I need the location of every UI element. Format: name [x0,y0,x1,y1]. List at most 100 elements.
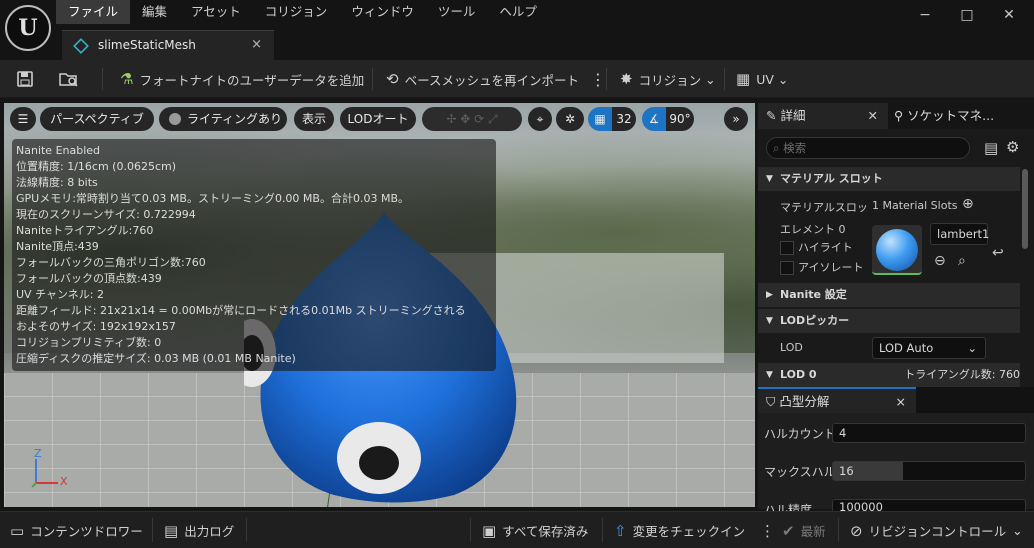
socket-icon: ⚲ [894,108,904,123]
collision-icon: ✸ [620,70,633,88]
rotation-snap-icon[interactable]: ∡ [642,107,666,131]
lighting-button[interactable]: ライティングあり [159,107,287,131]
tab-details-label: 詳細 [780,108,806,123]
select-mode-icon[interactable]: ⌖ [528,107,552,131]
material-sphere-icon [876,229,918,271]
z-axis-label: Z [34,447,42,460]
reimport-base-mesh-button[interactable]: ⟲ ベースメッシュを再インポート [386,60,579,98]
lod-dropdown[interactable]: LOD Auto ⌄ [872,337,986,359]
isolate-checkbox[interactable] [780,261,794,275]
tab-sockets-label: ソケットマネ... [907,108,995,123]
menu-collision[interactable]: コリジョン [253,0,340,24]
title-bar: U ファイル 編集 アセット コリジョン ウィンドウ ツール ヘルプ − □ ✕… [0,0,1034,60]
close-tab-icon[interactable]: × [251,37,262,52]
highlight-checkbox[interactable] [780,241,794,255]
element-label: エレメント 0 [780,223,846,236]
collision-label: コリジョン [638,72,702,88]
output-log-button[interactable]: ▤ 出力ログ [164,512,234,548]
viewport[interactable]: ☰ パースペクティブ ライティングあり 表示 LODオート ✢ ✥ ⟳ ⤢ ⌖ … [4,103,755,507]
stat-line: フォールバックの三角ポリゴン数:760 [16,256,206,269]
close-window-button[interactable]: ✕ [1000,6,1018,24]
lod0-section[interactable]: ▼ LOD 0 トライアングル数: 760 [758,363,1020,387]
menu-file[interactable]: ファイル [56,0,131,24]
use-selected-asset-icon[interactable]: ⊖ [934,253,946,269]
asset-tab-label: slimeStaticMesh [98,38,196,52]
menu-tools[interactable]: ツール [426,0,488,24]
content-drawer-button[interactable]: ▭ コンテンツドロワー [10,512,143,548]
settings-gear-icon[interactable]: ⚙ [1006,138,1019,156]
menu-edit[interactable]: 編集 [130,0,179,24]
material-thumbnail[interactable] [872,225,922,275]
hull-count-input[interactable]: 4 [832,423,1026,443]
close-tab-icon[interactable]: ✕ [868,103,878,129]
revision-control-label: リビジョンコントロール [868,524,1007,539]
chevron-down-icon: ▼ [766,370,773,380]
stat-line: 法線精度: 8 bits [16,176,98,189]
surface-snap-icon[interactable]: ✲ [556,107,584,131]
perspective-button[interactable]: パースペクティブ [40,107,154,131]
chevron-down-icon: ▼ [766,316,773,326]
tab-sockets[interactable]: ⚲ ソケットマネ... [894,103,1034,129]
maximize-button[interactable]: □ [958,6,976,24]
tab-details[interactable]: ✎ 詳細 ✕ [758,103,888,129]
search-input[interactable]: ⌕ 検索 [766,137,970,159]
lod-picker-section[interactable]: ▼ LODピッカー [758,309,1020,333]
max-hull-slider[interactable]: 16 [832,461,1026,481]
unreal-logo[interactable]: U [5,5,51,51]
material-name-field[interactable]: lambert1 [930,223,989,245]
sync-latest-button[interactable]: ✔ 最新 [782,512,826,548]
nanite-settings-section[interactable]: ▶ Nanite 設定 [758,283,1020,307]
browse-material-icon[interactable]: ⌕ [958,253,966,269]
lod-row: LOD LOD Auto ⌄ [758,337,1020,361]
status-more-button[interactable]: ⋮ [760,512,775,548]
viewport-menu-button[interactable]: ☰ [10,107,36,131]
grid-snap-value[interactable]: 32 [612,107,636,131]
save-icon [17,71,33,87]
menu-bar: ファイル 編集 アセット コリジョン ウィンドウ ツール ヘルプ [56,0,549,24]
asset-tab[interactable]: slimeStaticMesh × [62,30,274,60]
lod-button[interactable]: LODオート [340,107,416,131]
minimize-button[interactable]: − [916,6,934,24]
close-tab-icon[interactable]: × [896,389,906,415]
reimport-label: ベースメッシュを再インポート [404,72,579,88]
grid-snap-icon[interactable]: ▦ [588,107,612,131]
reset-arrow-icon[interactable]: ↩ [992,245,1004,261]
details-tabbar: ✎ 詳細 ✕ ⚲ ソケットマネ... [758,103,1034,129]
material-slots-section[interactable]: ▼ マテリアル スロット [758,167,1020,191]
menu-help[interactable]: ヘルプ [487,0,549,24]
x-axis-label: X [60,475,68,488]
check-in-changes-button[interactable]: ⇧ 変更をチェックイン [614,512,745,548]
toolbar: ⚗ フォートナイトのユーザーデータを追加 ⟲ ベースメッシュを再インポート ⋮ … [0,60,1034,98]
stat-line: UV チャンネル: 2 [16,288,104,301]
save-button[interactable] [16,60,34,98]
menu-asset[interactable]: アセット [179,0,253,24]
expand-toolbar-button[interactable]: » [724,107,748,131]
isolate-checkbox-row[interactable]: アイソレート [780,259,863,275]
transform-tools[interactable]: ✢ ✥ ⟳ ⤢ [422,107,522,131]
fortnite-userdata-label: フォートナイトのユーザーデータを追加 [139,72,365,88]
browse-asset-button[interactable] [58,60,80,98]
search-icon: ⌕ [773,141,780,155]
add-material-slot-icon[interactable]: ⊕ [962,196,974,212]
details-scrollbar[interactable] [1022,169,1028,249]
fortnite-userdata-button[interactable]: ⚗ フォートナイトのユーザーデータを追加 [120,60,364,98]
revision-control-dropdown[interactable]: ⊘ リビジョンコントロール ⌄ [850,512,1023,548]
show-button[interactable]: 表示 [294,107,334,131]
highlight-checkbox-row[interactable]: ハイライト [780,239,853,255]
chevron-down-icon: ⌄ [1012,523,1023,538]
stat-line: 距離フィールド: 21x21x14 = 0.00Mbが常にロードされる0.01M… [16,304,466,317]
uv-grid-icon: ▦ [736,70,751,88]
uv-dropdown[interactable]: ▦ UV ⌄ [736,60,788,98]
menu-window[interactable]: ウィンドウ [339,0,426,24]
chevron-down-icon: ▼ [766,174,773,184]
save-all-button[interactable]: ▣ すべて保存済み [482,512,588,548]
table-view-icon[interactable]: ▤ [984,139,998,157]
save-all-icon: ▣ [482,521,497,540]
collision-dropdown[interactable]: ✸ コリジョン ⌄ [620,60,716,98]
tab-convex-decomposition[interactable]: ⛉ 凸型分解 × [758,387,916,413]
reimport-options-button[interactable]: ⋮ [590,60,606,98]
check-in-label: 変更をチェックイン [632,524,746,539]
max-hull-value: 16 [839,464,854,478]
stat-line: コリジョンプリミティブ数: 0 [16,336,162,349]
rotation-snap-value[interactable]: 90° [666,107,694,131]
